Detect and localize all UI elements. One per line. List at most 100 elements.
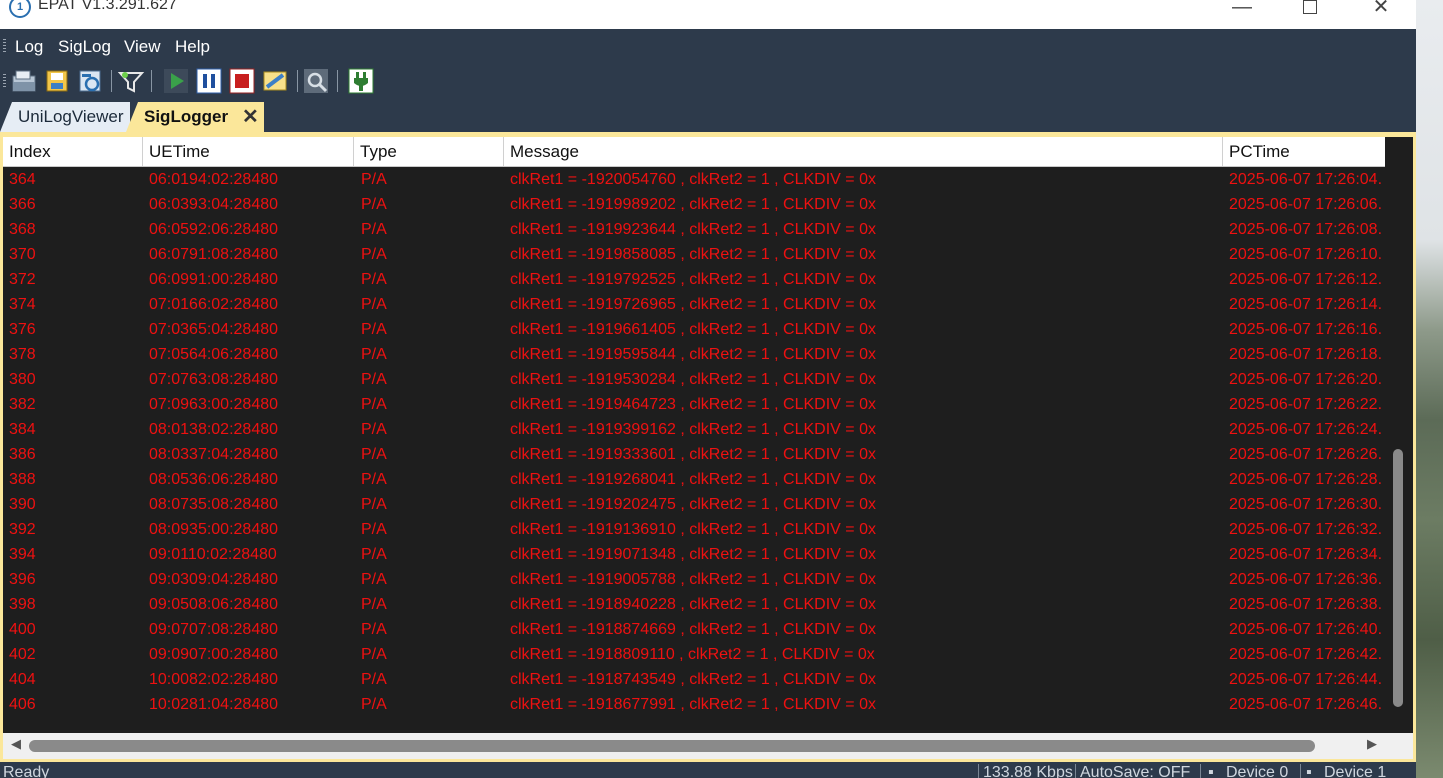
- cell-message: clkRet1 = -1919136910 , clkRet2 = 1 , CL…: [510, 521, 876, 538]
- scroll-right-icon[interactable]: ▶: [1367, 736, 1377, 752]
- table-row[interactable]: 400 09:0707:08:28480 P/A clkRet1 = -1918874…: [3, 617, 1385, 642]
- table-row[interactable]: 378 07:0564:06:28480 P/A clkRet1 = -1919595…: [3, 342, 1385, 367]
- cell-message: clkRet1 = -1918677991 , clkRet2 = 1 , CL…: [510, 696, 876, 713]
- table-row[interactable]: 384 08:0138:02:28480 P/A clkRet1 = -1919399…: [3, 417, 1385, 442]
- title-bar: 1 EPAT V1.3.291.627 — ✕: [0, 0, 1416, 29]
- column-header-message[interactable]: Message: [504, 137, 1223, 166]
- cell-uetime: 09:0110:02:28480: [149, 546, 277, 563]
- cell-type: P/A: [361, 271, 387, 288]
- cell-uetime: 08:0138:02:28480: [149, 421, 279, 438]
- cell-uetime: 06:0991:00:28480: [149, 271, 279, 288]
- table-row[interactable]: 398 09:0508:06:28480 P/A clkRet1 = -1918940…: [3, 592, 1385, 617]
- cell-type: P/A: [361, 446, 387, 463]
- horizontal-scrollbar[interactable]: ◀ ▶: [3, 733, 1413, 759]
- table-row[interactable]: 372 06:0991:00:28480 P/A clkRet1 = -1919792…: [3, 267, 1385, 292]
- table-row[interactable]: 374 07:0166:02:28480 P/A clkRet1 = -1919726…: [3, 292, 1385, 317]
- cell-type: P/A: [361, 646, 387, 663]
- cell-pctime: 2025-06-07 17:26:10.: [1229, 246, 1383, 263]
- cell-message: clkRet1 = -1919726965 , clkRet2 = 1 , CL…: [510, 296, 876, 313]
- table-row[interactable]: 394 09:0110:02:28480 P/A clkRet1 = -1919071…: [3, 542, 1385, 567]
- tab-label: UniLogViewer: [18, 107, 124, 126]
- menu-log[interactable]: Log: [15, 37, 43, 57]
- close-tab-icon[interactable]: ✕: [242, 102, 259, 132]
- column-header-pctime[interactable]: PCTime: [1223, 137, 1385, 166]
- cell-uetime: 08:0536:06:28480: [149, 471, 279, 488]
- stop-icon[interactable]: [228, 67, 256, 95]
- refresh-icon[interactable]: [76, 67, 104, 95]
- table-row[interactable]: 368 06:0592:06:28480 P/A clkRet1 = -1919923…: [3, 217, 1385, 242]
- save-file-icon[interactable]: [43, 67, 71, 95]
- maximize-button[interactable]: [1287, 0, 1333, 22]
- cell-pctime: 2025-06-07 17:26:24.: [1229, 421, 1383, 438]
- column-header-index[interactable]: Index: [3, 137, 143, 166]
- menu-siglog[interactable]: SigLog: [58, 37, 111, 57]
- cell-message: clkRet1 = -1919202475 , clkRet2 = 1 , CL…: [510, 496, 876, 513]
- cell-pctime: 2025-06-07 17:26:22.: [1229, 396, 1383, 413]
- table-row[interactable]: 402 09:0907:00:28480 P/A clkRet1 = -1918809…: [3, 642, 1385, 667]
- table-row[interactable]: 380 07:0763:08:28480 P/A clkRet1 = -1919530…: [3, 367, 1385, 392]
- app-window: 1 EPAT V1.3.291.627 — ✕ Log SigLog View …: [0, 0, 1416, 778]
- cell-uetime: 09:0508:06:28480: [149, 596, 279, 613]
- vertical-scroll-thumb[interactable]: [1393, 449, 1403, 707]
- cell-uetime: 09:0309:04:28480: [149, 571, 279, 588]
- cell-pctime: 2025-06-07 17:26:14.: [1229, 296, 1383, 313]
- table-row[interactable]: 390 08:0735:08:28480 P/A clkRet1 = -1919202…: [3, 492, 1385, 517]
- cell-type: P/A: [361, 696, 387, 713]
- table-row[interactable]: 364 06:0194:02:28480 P/A clkRet1 = -1920054…: [3, 167, 1385, 192]
- find-icon[interactable]: [302, 67, 330, 95]
- status-device-1[interactable]: Device 1: [1324, 764, 1386, 778]
- cell-message: clkRet1 = -1919399162 , clkRet2 = 1 , CL…: [510, 421, 876, 438]
- cell-pctime: 2025-06-07 17:26:20.: [1229, 371, 1383, 388]
- table-row[interactable]: 392 08:0935:00:28480 P/A clkRet1 = -1919136…: [3, 517, 1385, 542]
- table-body: 364 06:0194:02:28480 P/A clkRet1 = -1920054…: [3, 167, 1385, 717]
- status-separator: [1300, 764, 1301, 778]
- cell-type: P/A: [361, 471, 387, 488]
- status-bar: Ready 133.88 Kbps AutoSave: OFF ▪ Device…: [0, 762, 1416, 778]
- filter-icon[interactable]: [117, 67, 145, 95]
- menu-help[interactable]: Help: [175, 37, 210, 57]
- cell-message: clkRet1 = -1920054760 , clkRet2 = 1 , CL…: [510, 171, 876, 188]
- scroll-left-icon[interactable]: ◀: [11, 736, 21, 752]
- column-header-uetime[interactable]: UETime: [143, 137, 354, 166]
- status-text: Ready: [3, 764, 50, 778]
- cell-pctime: 2025-06-07 17:26:16.: [1229, 321, 1383, 338]
- cell-index: 370: [9, 246, 36, 263]
- cell-index: 388: [9, 471, 36, 488]
- vertical-scrollbar[interactable]: [1386, 137, 1413, 733]
- cell-pctime: 2025-06-07 17:26:32.: [1229, 521, 1383, 538]
- close-window-button[interactable]: ✕: [1358, 0, 1404, 22]
- cell-index: 364: [9, 171, 36, 188]
- pause-icon[interactable]: [195, 67, 223, 95]
- status-device-0[interactable]: Device 0: [1226, 764, 1288, 778]
- cell-index: 386: [9, 446, 36, 463]
- toolbar-separator: [337, 70, 338, 92]
- cell-uetime: 07:0564:06:28480: [149, 346, 279, 363]
- connect-icon[interactable]: [347, 67, 375, 95]
- table-row[interactable]: 386 08:0337:04:28480 P/A clkRet1 = -1919333…: [3, 442, 1385, 467]
- tab-siglogger[interactable]: SigLogger ✕: [126, 102, 264, 132]
- table-row[interactable]: 404 10:0082:02:28480 P/A clkRet1 = -1918743…: [3, 667, 1385, 692]
- cell-type: P/A: [361, 571, 387, 588]
- table-row[interactable]: 370 06:0791:08:28480 P/A clkRet1 = -1919858…: [3, 242, 1385, 267]
- horizontal-scroll-thumb[interactable]: [29, 740, 1315, 752]
- device-icon: ▪: [1306, 764, 1312, 778]
- menu-view[interactable]: View: [124, 37, 161, 57]
- cell-type: P/A: [361, 596, 387, 613]
- table-row[interactable]: 366 06:0393:04:28480 P/A clkRet1 = -1919989…: [3, 192, 1385, 217]
- cell-index: 392: [9, 521, 36, 538]
- minimize-button[interactable]: —: [1219, 0, 1265, 22]
- play-icon[interactable]: [162, 67, 190, 95]
- table-row[interactable]: 396 09:0309:04:28480 P/A clkRet1 = -1919005…: [3, 567, 1385, 592]
- clear-icon[interactable]: [261, 67, 289, 95]
- cell-pctime: 2025-06-07 17:26:34.: [1229, 546, 1383, 563]
- table-row[interactable]: 376 07:0365:04:28480 P/A clkRet1 = -1919661…: [3, 317, 1385, 342]
- cell-index: 376: [9, 321, 36, 338]
- column-header-type[interactable]: Type: [354, 137, 504, 166]
- cell-message: clkRet1 = -1919989202 , clkRet2 = 1 , CL…: [510, 196, 876, 213]
- tab-unilogviewer[interactable]: UniLogViewer: [0, 102, 130, 132]
- table-row[interactable]: 382 07:0963:00:28480 P/A clkRet1 = -1919464…: [3, 392, 1385, 417]
- table-row[interactable]: 388 08:0536:06:28480 P/A clkRet1 = -1919268…: [3, 467, 1385, 492]
- table-header: Index UETime Type Message PCTime: [3, 137, 1385, 167]
- open-file-icon[interactable]: [10, 67, 38, 95]
- table-row[interactable]: 406 10:0281:04:28480 P/A clkRet1 = -1918677…: [3, 692, 1385, 717]
